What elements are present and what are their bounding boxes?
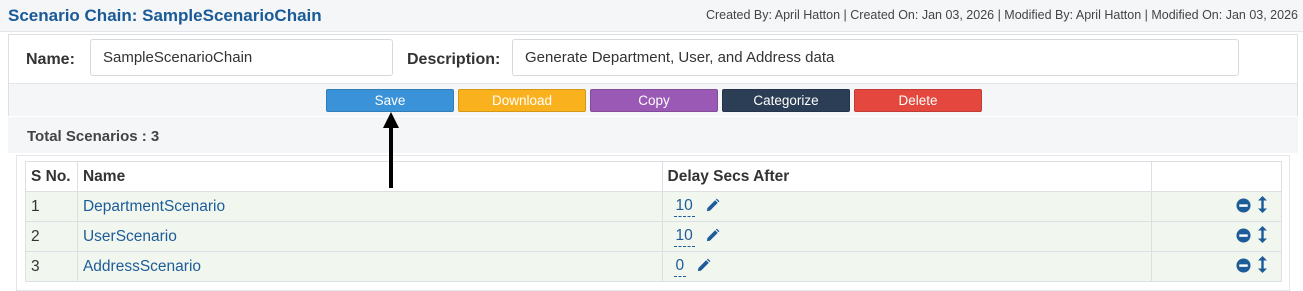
categorize-button[interactable]: Categorize: [722, 89, 850, 112]
table-row: 2 UserScenario 10: [25, 221, 1282, 252]
row-name-cell: UserScenario: [76, 221, 663, 252]
row-sno: 1: [25, 191, 78, 222]
table-header-row: S No. Name Delay Secs After: [25, 161, 1282, 192]
chain-form: Name: Description: Save Download Copy Ca…: [8, 34, 1298, 116]
scenario-link[interactable]: AddressScenario: [83, 258, 201, 275]
delete-button[interactable]: Delete: [854, 89, 982, 112]
row-actions-cell: [1151, 251, 1282, 282]
form-fields-row: Name: Description:: [9, 35, 1297, 83]
scenarios-table: S No. Name Delay Secs After 1 Department…: [25, 161, 1282, 282]
row-sno: 3: [25, 251, 78, 282]
row-name-cell: AddressScenario: [76, 251, 663, 282]
delay-value[interactable]: 10: [673, 226, 695, 247]
pencil-icon[interactable]: [705, 228, 720, 248]
page-header: Scenario Chain: SampleScenarioChain Crea…: [0, 0, 1303, 32]
reorder-icon[interactable]: [1258, 195, 1267, 218]
delay-value[interactable]: 0: [673, 256, 687, 277]
row-name-cell: DepartmentScenario: [76, 191, 663, 222]
name-field[interactable]: [90, 39, 393, 76]
up-arrow-icon: [383, 112, 399, 193]
description-label: Description:: [407, 51, 501, 68]
scenario-link[interactable]: UserScenario: [83, 228, 177, 245]
row-delay-cell: 10: [661, 191, 1153, 222]
remove-icon[interactable]: [1236, 227, 1251, 248]
remove-icon[interactable]: [1236, 197, 1251, 218]
reorder-icon[interactable]: [1258, 225, 1267, 248]
row-delay-cell: 10: [661, 221, 1153, 252]
column-header-name: Name: [76, 161, 663, 192]
table-row: 3 AddressScenario 0: [25, 251, 1282, 282]
table-row: 1 DepartmentScenario 10: [25, 191, 1282, 222]
action-toolbar: Save Download Copy Categorize Delete: [9, 83, 1297, 116]
name-label: Name:: [26, 51, 75, 68]
page-title: Scenario Chain: SampleScenarioChain: [8, 6, 322, 25]
column-header-sno: S No.: [25, 161, 78, 192]
pencil-icon[interactable]: [696, 258, 711, 278]
copy-button[interactable]: Copy: [590, 89, 718, 112]
reorder-icon[interactable]: [1258, 255, 1267, 278]
pencil-icon[interactable]: [705, 198, 720, 218]
column-header-delay: Delay Secs After: [661, 161, 1153, 192]
summary-bar: Total Scenarios : 3: [8, 117, 1298, 153]
total-scenarios-label: Total Scenarios : 3: [27, 128, 160, 145]
delay-value[interactable]: 10: [673, 196, 695, 217]
download-button[interactable]: Download: [458, 89, 586, 112]
save-button[interactable]: Save: [326, 89, 454, 112]
scenarios-panel: S No. Name Delay Secs After 1 Department…: [16, 155, 1290, 291]
row-sno: 2: [25, 221, 78, 252]
row-actions-cell: [1151, 221, 1282, 252]
scenario-link[interactable]: DepartmentScenario: [83, 198, 225, 215]
row-actions-cell: [1151, 191, 1282, 222]
audit-info: Created By: April Hatton | Created On: J…: [705, 8, 1298, 22]
remove-icon[interactable]: [1236, 257, 1251, 278]
column-header-actions: [1151, 161, 1282, 192]
row-delay-cell: 0: [661, 251, 1153, 282]
description-field[interactable]: [512, 39, 1239, 76]
